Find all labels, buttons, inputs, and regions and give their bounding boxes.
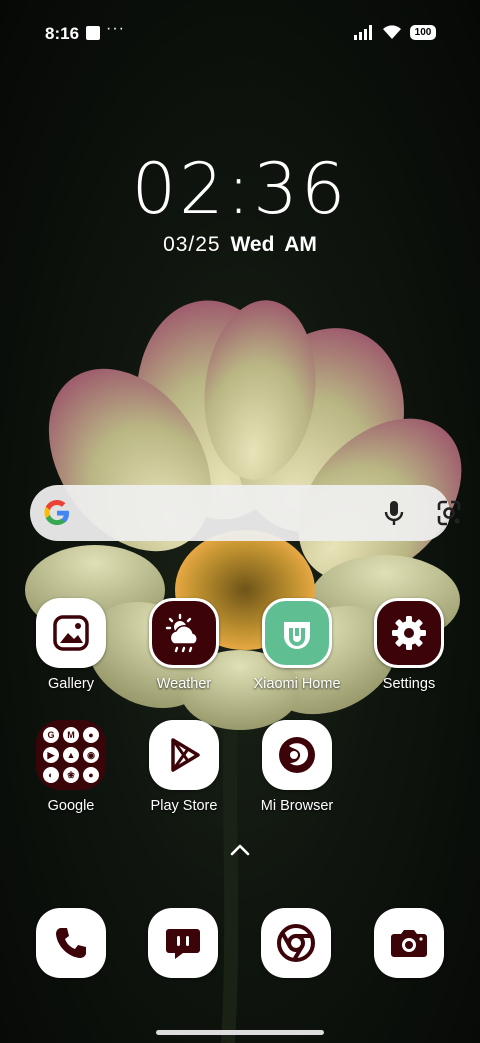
gallery-icon (36, 598, 106, 668)
microphone-icon[interactable] (380, 499, 408, 527)
app-label: Gallery (48, 676, 94, 692)
dock-messages-button[interactable] (148, 908, 218, 978)
battery-icon: 100 (410, 24, 436, 40)
ampm-text: AM (284, 233, 317, 256)
app-gallery[interactable]: Gallery (15, 598, 127, 692)
folder-maps-icon: ● (83, 727, 99, 743)
app-xiaomi-home[interactable]: Xiaomi Home (241, 598, 353, 692)
signal-icon (354, 24, 372, 40)
weather-icon (149, 598, 219, 668)
status-bar: 8:16 ··· 100 (0, 0, 480, 64)
app-label: Weather (156, 676, 212, 692)
date-text: 03/25 (163, 233, 221, 256)
folder-gmail-icon: M (63, 727, 79, 743)
folder-meet-icon: ● (83, 767, 99, 783)
clock-date[interactable]: 03/25 Wed AM (0, 233, 480, 257)
square-notification-icon (86, 26, 100, 40)
folder-drive-icon: ▲ (63, 747, 79, 763)
mi-browser-icon (262, 720, 332, 790)
dock-camera-button[interactable] (374, 908, 444, 978)
google-search-bar[interactable] (30, 485, 461, 541)
chrome-icon (277, 924, 315, 962)
status-time: 8:16 (45, 24, 80, 43)
app-google-folder[interactable]: G M ● ▶ ▲ ◉ ◐ ❀ ● Google (15, 720, 127, 814)
camera-icon (391, 930, 427, 957)
clock-time[interactable]: 02:36 (0, 148, 480, 230)
folder-photos-icon: ◐ (43, 767, 59, 783)
app-play-store[interactable]: Play Store (128, 720, 240, 814)
status-right-icons: 100 (354, 24, 436, 40)
phone-icon (56, 928, 86, 958)
play-store-icon (149, 720, 219, 790)
app-label: Xiaomi Home (253, 676, 341, 692)
folder-google-icon: G (43, 727, 59, 743)
folder-music-icon: ◉ (83, 747, 99, 763)
app-mi-browser[interactable]: Mi Browser (241, 720, 353, 814)
overflow-dots: ··· (106, 20, 125, 37)
dock-phone-button[interactable] (36, 908, 106, 978)
google-lens-icon[interactable] (435, 499, 463, 527)
app-drawer-chevron-icon[interactable] (228, 842, 252, 858)
home-gesture-bar[interactable] (156, 1030, 324, 1035)
google-logo-icon (44, 500, 69, 525)
xiaomi-home-icon (262, 598, 332, 668)
app-label: Mi Browser (260, 798, 334, 814)
google-folder-icon: G M ● ▶ ▲ ◉ ◐ ❀ ● (36, 720, 106, 790)
dock-chrome-button[interactable] (261, 908, 331, 978)
weekday-text: Wed (230, 233, 275, 256)
wifi-icon (383, 25, 401, 39)
app-weather[interactable]: Weather (128, 598, 240, 692)
app-label: Play Store (150, 798, 218, 814)
gear-icon (374, 598, 444, 668)
messages-icon (166, 929, 200, 959)
app-label: Google (47, 798, 95, 814)
folder-pinwheel-icon: ❀ (63, 767, 79, 783)
folder-youtube-icon: ▶ (43, 747, 59, 763)
app-settings[interactable]: Settings (353, 598, 465, 692)
app-label: Settings (382, 676, 436, 692)
